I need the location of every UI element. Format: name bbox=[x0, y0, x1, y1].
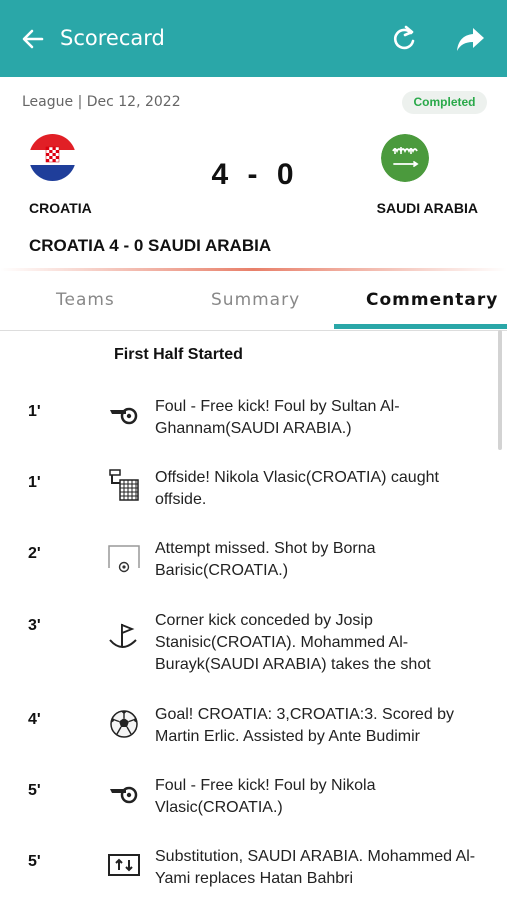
away-score: 0 bbox=[276, 158, 296, 191]
score-separator: - bbox=[247, 158, 260, 191]
event-minute: 1' bbox=[28, 403, 41, 420]
back-arrow-icon[interactable] bbox=[20, 26, 46, 52]
tab-summary[interactable]: Summary bbox=[211, 290, 300, 310]
event-text: Foul - Free kick! Foul by Nikola Vlasic(… bbox=[155, 777, 376, 816]
commentary-item: 4' Goal! CROATIA: 3,CROATIA:3. Scored by… bbox=[0, 704, 507, 764]
commentary-item: 3' Corner kick conceded by Josip Stanisi… bbox=[0, 610, 507, 673]
event-minute: 2' bbox=[28, 545, 41, 562]
commentary-item: 1' Foul - Free kick! Foul by Sultan Al- … bbox=[0, 396, 507, 456]
event-minute: 3' bbox=[28, 617, 41, 634]
goal-missed-icon bbox=[108, 545, 140, 573]
home-team-name: CROATIA bbox=[29, 200, 92, 216]
corner-flag-icon bbox=[109, 623, 137, 648]
commentary-item: 5' Foul - Free kick! Foul by Nikola Vlas… bbox=[0, 775, 507, 835]
section-title: First Half Started bbox=[114, 346, 243, 363]
event-text: Attempt missed. Shot by Borna Barisic(CR… bbox=[155, 540, 376, 579]
score: 4 - 0 bbox=[0, 158, 507, 192]
event-text: Corner kick conceded by Josip Stanisic(C… bbox=[155, 612, 431, 673]
share-icon[interactable] bbox=[454, 24, 486, 54]
active-tab-indicator bbox=[334, 324, 507, 329]
tab-bar: Teams Summary Commentary bbox=[0, 271, 507, 331]
match-meta: League | Dec 12, 2022 bbox=[22, 94, 181, 110]
commentary-item: 2' Attempt missed. Shot by Borna Barisic… bbox=[0, 538, 507, 598]
event-minute: 1' bbox=[28, 474, 41, 491]
whistle-icon bbox=[110, 786, 138, 804]
event-minute: 5' bbox=[28, 782, 41, 799]
refresh-icon[interactable] bbox=[390, 24, 418, 54]
offside-flag-icon bbox=[109, 469, 139, 501]
page-title: Scorecard bbox=[60, 26, 165, 50]
event-text: Foul - Free kick! Foul by Sultan Al- Gha… bbox=[155, 398, 400, 437]
app-bar: Scorecard bbox=[0, 0, 507, 77]
commentary-item: 5' Substitution, SAUDI ARABIA. Mohammed … bbox=[0, 846, 507, 900]
event-text: Substitution, SAUDI ARABIA. Mohammed Al-… bbox=[155, 848, 476, 887]
status-badge: Completed bbox=[402, 91, 487, 114]
tab-commentary[interactable]: Commentary bbox=[366, 290, 498, 310]
match-result: CROATIA 4 - 0 SAUDI ARABIA bbox=[29, 236, 272, 255]
event-minute: 4' bbox=[28, 711, 41, 728]
event-minute: 5' bbox=[28, 853, 41, 870]
tab-teams[interactable]: Teams bbox=[56, 290, 115, 310]
commentary-item: 1' Offside! Nikola Vlasic(CROATIA) caugh… bbox=[0, 467, 507, 527]
event-text: Offside! Nikola Vlasic(CROATIA) caught o… bbox=[155, 469, 439, 508]
away-team-name: SAUDI ARABIA bbox=[376, 200, 478, 216]
home-score: 4 bbox=[211, 158, 231, 191]
soccer-ball-icon bbox=[110, 710, 138, 738]
whistle-icon bbox=[110, 407, 138, 425]
event-text: Goal! CROATIA: 3,CROATIA:3. Scored by Ma… bbox=[155, 706, 455, 745]
substitution-icon bbox=[108, 854, 140, 876]
